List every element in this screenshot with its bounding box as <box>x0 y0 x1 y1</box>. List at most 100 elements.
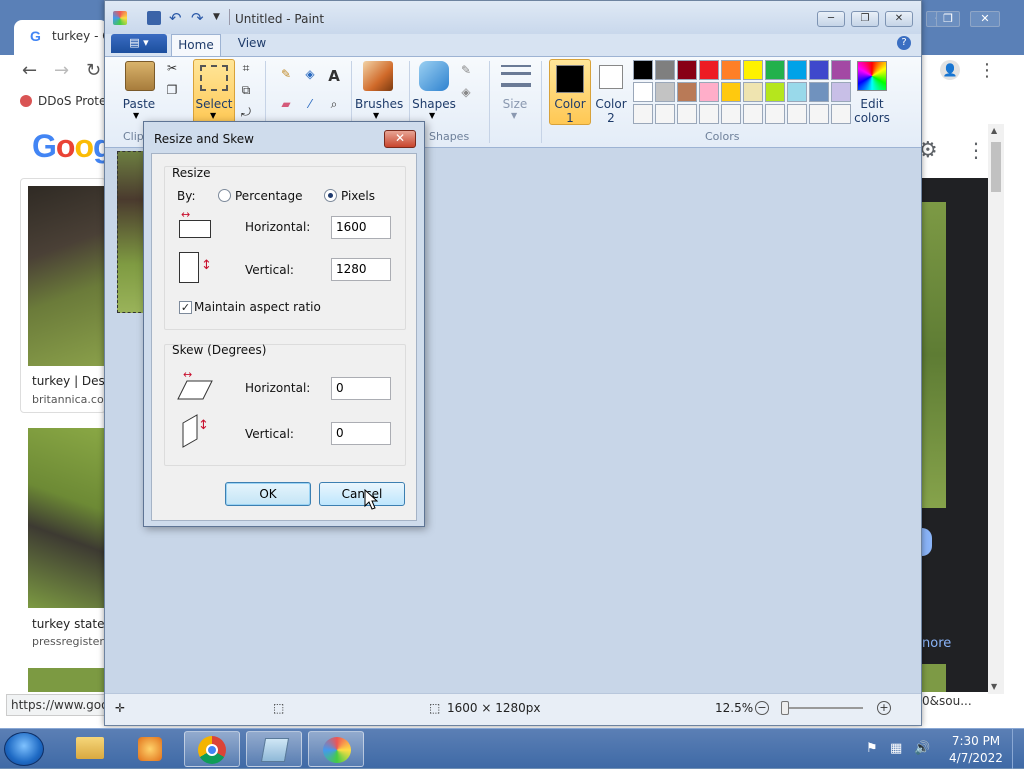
scroll-down-icon[interactable]: ▼ <box>991 682 997 691</box>
result-title[interactable]: turkey | Desc <box>32 374 111 388</box>
palette-swatch[interactable] <box>655 82 675 102</box>
skew-vertical-input[interactable]: 0 <box>331 422 391 445</box>
palette-swatch[interactable] <box>699 82 719 102</box>
bookmark-ddos[interactable]: DDoS Prote <box>20 94 106 108</box>
size-dropdown-icon[interactable]: ▼ <box>511 111 517 120</box>
fill-bucket-icon[interactable]: ◈ <box>301 67 319 83</box>
palette-swatch[interactable] <box>633 104 653 124</box>
palette-swatch[interactable] <box>721 104 741 124</box>
network-icon[interactable]: ▦ <box>890 741 902 756</box>
outline-icon[interactable]: ✎ <box>457 63 475 79</box>
tab-home[interactable]: Home <box>171 34 221 56</box>
palette-swatch[interactable] <box>831 60 851 80</box>
zoom-slider[interactable] <box>783 707 863 709</box>
taskbar-notepad[interactable] <box>246 731 302 767</box>
zoom-out-button[interactable]: − <box>755 701 769 715</box>
eraser-icon[interactable]: ▰ <box>277 97 295 113</box>
preview-image-thumb[interactable] <box>922 664 946 692</box>
cancel-button[interactable]: Cancel <box>319 482 405 506</box>
palette-swatch[interactable] <box>809 60 829 80</box>
color2-swatch[interactable] <box>599 65 623 89</box>
paste-dropdown-icon[interactable]: ▼ <box>133 111 139 120</box>
zoom-slider-thumb[interactable] <box>781 701 789 715</box>
cut-icon[interactable]: ✂ <box>163 61 181 77</box>
tab-view[interactable]: View <box>227 36 277 50</box>
text-tool-icon[interactable]: A <box>325 67 343 85</box>
palette-swatch[interactable] <box>831 82 851 102</box>
taskbar-chrome[interactable] <box>184 731 240 767</box>
palette-swatch[interactable] <box>677 82 697 102</box>
result-title[interactable]: turkey states <box>32 617 111 631</box>
ok-button[interactable]: OK <box>225 482 311 506</box>
action-center-icon[interactable]: ⚑ <box>866 741 878 756</box>
palette-swatch[interactable] <box>633 60 653 80</box>
more-link[interactable]: nore <box>922 636 951 651</box>
percentage-label[interactable]: Percentage <box>235 189 303 203</box>
paint-titlebar[interactable] <box>105 1 921 34</box>
dialog-close-button[interactable]: ✕ <box>384 130 416 148</box>
google-logo[interactable]: Goog <box>32 128 113 165</box>
percentage-radio[interactable] <box>218 189 231 202</box>
taskbar-explorer[interactable] <box>62 731 118 767</box>
pixels-radio[interactable] <box>324 189 337 202</box>
chrome-tab-title[interactable]: turkey - G <box>52 29 106 43</box>
maintain-aspect-checkbox[interactable]: ✓ <box>179 301 192 314</box>
palette-swatch[interactable] <box>743 60 763 80</box>
paint-app-icon[interactable] <box>113 11 127 25</box>
paste-icon[interactable] <box>125 61 155 91</box>
color-picker-icon[interactable]: ⁄ <box>301 97 319 113</box>
turkey-image-1[interactable] <box>28 186 106 366</box>
palette-swatch[interactable] <box>655 60 675 80</box>
pixels-label[interactable]: Pixels <box>341 189 375 203</box>
resize-icon[interactable]: ⧉ <box>237 83 255 99</box>
scroll-up-icon[interactable]: ▲ <box>991 126 997 135</box>
pencil-icon[interactable]: ✎ <box>277 67 295 83</box>
shape-fill-icon[interactable]: ◈ <box>457 85 475 101</box>
clock-time[interactable]: 7:30 PM <box>946 734 1006 748</box>
magnifier-icon[interactable]: ⌕ <box>325 97 343 113</box>
palette-swatch[interactable] <box>787 60 807 80</box>
palette-swatch[interactable] <box>677 104 697 124</box>
customize-quick-access-icon[interactable]: ▼ <box>213 12 220 22</box>
edit-colors-icon[interactable] <box>857 61 887 91</box>
palette-swatch[interactable] <box>699 104 719 124</box>
palette-swatch[interactable] <box>677 60 697 80</box>
file-menu-button[interactable]: ▤ ▾ <box>111 34 167 53</box>
size-button[interactable]: Size <box>495 97 535 111</box>
copy-icon[interactable]: ❐ <box>163 83 181 99</box>
redo-icon[interactable]: ↷ <box>191 9 204 27</box>
palette-swatch[interactable] <box>809 82 829 102</box>
palette-swatch[interactable] <box>655 104 675 124</box>
palette-swatch[interactable] <box>765 82 785 102</box>
reload-icon[interactable]: ↻ <box>86 60 101 81</box>
brushes-icon[interactable] <box>363 61 393 91</box>
palette-swatch[interactable] <box>743 104 763 124</box>
taskbar-paint[interactable] <box>308 731 364 767</box>
paste-button[interactable]: Paste <box>119 97 159 111</box>
clock-date[interactable]: 4/7/2022 <box>946 751 1006 765</box>
taskbar-media-player[interactable] <box>122 731 178 767</box>
chrome-maximize-button[interactable]: ❐ <box>936 11 960 27</box>
palette-swatch[interactable] <box>787 104 807 124</box>
shapes-button[interactable]: Shapes <box>411 97 457 111</box>
chrome-close-button[interactable]: ✕ <box>970 11 1000 27</box>
chrome-scrollbar-thumb[interactable] <box>991 142 1001 192</box>
paint-close-button[interactable]: ✕ <box>885 11 913 27</box>
back-arrow-icon[interactable]: ← <box>22 60 37 81</box>
palette-swatch[interactable] <box>809 104 829 124</box>
palette-swatch[interactable] <box>633 82 653 102</box>
profile-avatar-icon[interactable]: 👤 <box>940 60 960 80</box>
resize-horizontal-input[interactable]: 1600 <box>331 216 391 239</box>
skew-horizontal-input[interactable]: 0 <box>331 377 391 400</box>
crop-icon[interactable]: ⌗ <box>237 61 255 77</box>
rotate-icon[interactable]: ⤾ <box>237 105 255 121</box>
volume-icon[interactable]: 🔊 <box>914 741 930 756</box>
edit-colors-label[interactable]: Edit <box>851 97 893 111</box>
preview-image[interactable] <box>922 202 946 508</box>
color2-label[interactable]: Color <box>591 97 631 111</box>
palette-swatch[interactable] <box>765 104 785 124</box>
chrome-menu-icon[interactable]: ⋮ <box>978 60 996 81</box>
forward-arrow-icon[interactable]: → <box>54 60 69 81</box>
undo-icon[interactable]: ↶ <box>169 9 182 27</box>
palette-swatch[interactable] <box>699 60 719 80</box>
